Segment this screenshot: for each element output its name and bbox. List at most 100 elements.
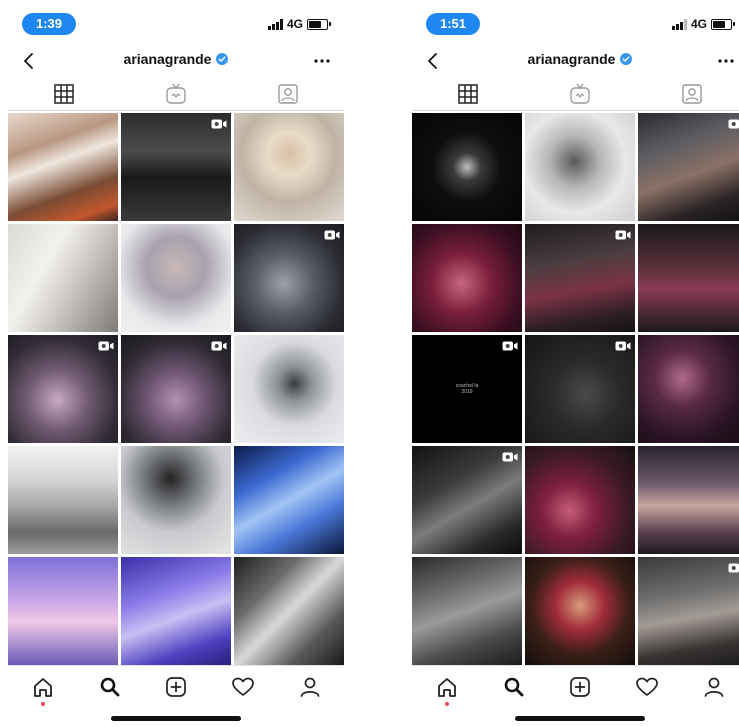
grid-post[interactable] — [234, 446, 344, 554]
grid-post[interactable] — [638, 446, 739, 554]
nav-home[interactable] — [434, 674, 460, 706]
grid-post[interactable] — [638, 224, 739, 332]
network-type: 4G — [286, 17, 303, 31]
grid-post[interactable]: coachel la 2019 — [412, 335, 522, 443]
grid-post[interactable] — [234, 113, 344, 221]
nav-add-post[interactable] — [163, 674, 189, 700]
grid-post[interactable] — [412, 224, 522, 332]
grid-post[interactable] — [525, 446, 635, 554]
grid-post[interactable] — [412, 113, 522, 221]
video-camera-icon — [502, 341, 518, 351]
tab-igtv[interactable] — [568, 82, 592, 106]
heart-icon — [232, 677, 254, 696]
grid-post[interactable] — [121, 446, 231, 554]
status-time: 1:39 — [22, 13, 76, 35]
grid-icon — [458, 84, 478, 104]
verified-badge-icon — [216, 53, 229, 65]
nav-search[interactable] — [501, 674, 527, 700]
battery-icon — [711, 18, 735, 30]
tab-igtv[interactable] — [164, 82, 188, 106]
tabs-divider — [412, 110, 739, 111]
grid-post[interactable] — [525, 335, 635, 443]
more-horizontal-icon[interactable] — [310, 50, 334, 72]
video-camera-icon — [211, 119, 227, 129]
tile-caption: coachel la 2019 — [412, 383, 522, 395]
home-icon — [34, 678, 52, 697]
grid-post[interactable] — [121, 113, 231, 221]
grid-post[interactable] — [234, 335, 344, 443]
nav-add-post[interactable] — [567, 674, 593, 700]
network-type: 4G — [690, 17, 707, 31]
phone-screen-right: 1:51 4G arianagrande coachel la 2019 — [412, 0, 739, 727]
grid-post[interactable] — [638, 113, 739, 221]
profile-username: arianagrande — [412, 51, 739, 67]
search-icon — [504, 677, 524, 697]
grid-post[interactable] — [121, 557, 231, 665]
grid-post[interactable] — [412, 446, 522, 554]
grid-icon — [54, 84, 74, 104]
nav-profile[interactable] — [297, 674, 323, 700]
profile-tabs — [412, 80, 739, 110]
grid-post[interactable] — [8, 113, 118, 221]
grid-post[interactable] — [8, 224, 118, 332]
grid-post[interactable] — [638, 557, 739, 665]
profile-header: arianagrande — [8, 48, 344, 74]
tagged-user-icon — [682, 84, 702, 104]
grid-post[interactable] — [8, 335, 118, 443]
profile-header: arianagrande — [412, 48, 739, 74]
video-camera-icon — [502, 452, 518, 462]
igtv-icon — [166, 83, 186, 104]
nav-home[interactable] — [30, 674, 56, 706]
home-indicator — [515, 716, 645, 721]
nav-activity[interactable] — [634, 674, 660, 700]
home-icon — [438, 678, 456, 697]
add-post-icon — [166, 677, 186, 697]
nav-activity[interactable] — [230, 674, 256, 700]
nav-profile[interactable] — [701, 674, 727, 700]
username-text: arianagrande — [527, 51, 616, 67]
nav-search[interactable] — [97, 674, 123, 700]
status-bar: 1:39 4G — [8, 12, 344, 38]
posts-grid: coachel la 2019 — [412, 113, 739, 665]
video-camera-icon — [98, 341, 114, 351]
home-indicator — [111, 716, 241, 721]
video-camera-icon — [615, 341, 631, 351]
tab-tagged[interactable] — [680, 82, 704, 106]
video-camera-icon — [615, 230, 631, 240]
phone-screen-left: 1:39 4G arianagrande — [8, 0, 344, 727]
grid-post[interactable] — [234, 557, 344, 665]
more-horizontal-icon[interactable] — [714, 50, 738, 72]
status-bar: 1:51 4G — [412, 12, 739, 38]
profile-tabs — [8, 80, 344, 110]
grid-post[interactable] — [121, 335, 231, 443]
video-camera-icon — [728, 119, 739, 129]
bottom-nav — [8, 665, 344, 706]
grid-post[interactable] — [8, 446, 118, 554]
grid-post[interactable] — [121, 224, 231, 332]
grid-post[interactable] — [638, 335, 739, 443]
tabs-divider — [8, 110, 344, 111]
tab-tagged[interactable] — [276, 82, 300, 106]
signal-icon — [267, 18, 283, 30]
notification-dot — [41, 702, 45, 706]
profile-icon — [704, 677, 724, 697]
add-post-icon — [570, 677, 590, 697]
status-indicators: 4G — [671, 16, 735, 32]
tab-grid[interactable] — [456, 82, 480, 106]
grid-post[interactable] — [412, 557, 522, 665]
video-camera-icon — [324, 230, 340, 240]
tab-grid[interactable] — [52, 82, 76, 106]
battery-icon — [307, 18, 331, 30]
video-camera-icon — [211, 341, 227, 351]
grid-post[interactable] — [525, 224, 635, 332]
video-camera-icon — [728, 563, 739, 573]
bottom-nav — [412, 665, 739, 706]
grid-post[interactable] — [525, 557, 635, 665]
grid-post[interactable] — [525, 113, 635, 221]
grid-post[interactable] — [234, 224, 344, 332]
status-indicators: 4G — [267, 16, 331, 32]
tagged-user-icon — [278, 84, 298, 104]
signal-icon — [671, 18, 687, 30]
grid-post[interactable] — [8, 557, 118, 665]
heart-icon — [636, 677, 658, 696]
